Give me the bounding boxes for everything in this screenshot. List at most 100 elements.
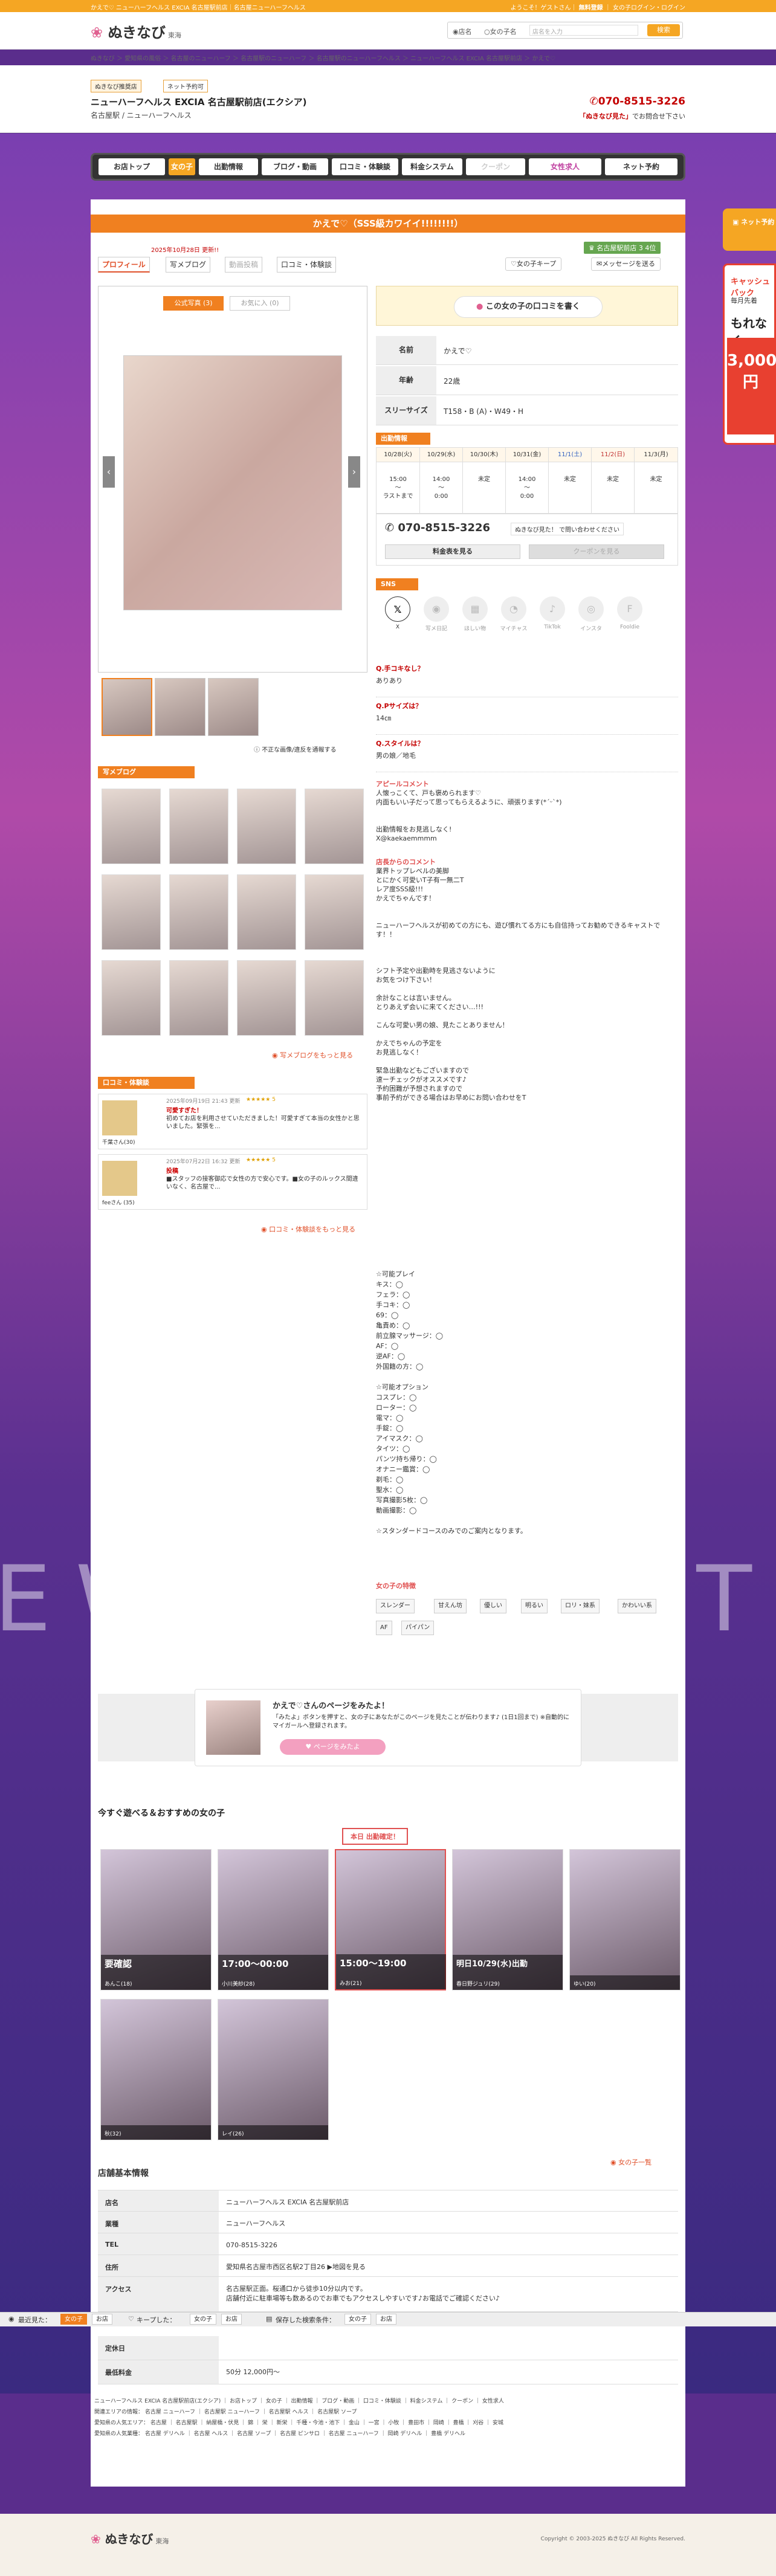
blog-thumbnail[interactable] xyxy=(102,874,161,950)
feature-tag[interactable]: スレンダー xyxy=(376,1599,415,1613)
register-link[interactable]: 無料登録 xyxy=(579,5,603,11)
footer-popular-category-links[interactable]: 愛知県の人気業種： 名古屋 デリヘル ｜ 名古屋 ヘルス ｜ 名古屋 ソープ ｜… xyxy=(94,2429,685,2439)
blog-thumbnail[interactable] xyxy=(102,960,161,1036)
blog-thumbnail[interactable] xyxy=(305,960,364,1036)
recent-shops-tab[interactable]: お店 xyxy=(92,2314,112,2325)
nav-shop-top[interactable]: お店トップ xyxy=(99,158,165,175)
blog-thumbnail[interactable] xyxy=(237,874,296,950)
next-photo-arrow[interactable]: › xyxy=(348,456,360,488)
recommend-card[interactable]: ゆい(20) xyxy=(569,1849,681,1990)
nav-girls[interactable]: 女の子 xyxy=(169,158,195,175)
login-link[interactable]: 女の子ログイン・ログイン xyxy=(613,5,685,11)
girl-phone[interactable]: ✆ 070-8515-3226 xyxy=(385,521,490,534)
recommend-card[interactable]: 秋(32) xyxy=(100,1999,212,2140)
search-button[interactable]: 検索 xyxy=(647,24,680,36)
review-item[interactable]: feeさん (35) 2025年07月22日 16:32 更新 ★★★★★ 5 … xyxy=(98,1154,367,1210)
wishlist-link[interactable]: ▦ ほしい物 xyxy=(459,596,491,632)
tiktok-link[interactable]: ♪ TikTok xyxy=(537,596,568,630)
side-net-reserve-tab[interactable]: ▣ ネット予約 xyxy=(723,208,776,251)
tab-profile[interactable]: プロフィール xyxy=(98,257,150,273)
feature-tag[interactable]: かわいい系 xyxy=(618,1599,656,1613)
nav-reviews[interactable]: 口コミ・体験談 xyxy=(332,158,398,175)
nav-blog[interactable]: ブログ・動画 xyxy=(262,158,328,175)
feature-tag[interactable]: パイパン xyxy=(401,1621,435,1635)
feature-tag[interactable]: 明るい xyxy=(521,1599,548,1613)
blog-more-link[interactable]: ◉ 写メブログをもっと見る xyxy=(272,1050,353,1060)
shop-name[interactable]: ニューハーフヘルス EXCIA 名古屋駅前店(エクシア) xyxy=(91,95,306,108)
instagram-link[interactable]: ◎ インスタ xyxy=(575,596,607,632)
side-cashback-ad[interactable]: キャッシュバック 毎月先着 もれなく 3,000 円 xyxy=(723,263,776,445)
search-radio-girl[interactable]: ○女の子名 xyxy=(484,27,517,36)
blog-thumbnail[interactable] xyxy=(237,960,296,1036)
mychas-link[interactable]: ◔ マイチャス xyxy=(498,596,529,632)
blog-thumbnail[interactable] xyxy=(169,874,228,950)
girl-name: かえで♡ xyxy=(444,347,472,355)
send-message-button[interactable]: ✉メッセージを送る xyxy=(591,257,661,271)
photo-thumbnail[interactable] xyxy=(208,678,259,736)
feature-tag[interactable]: AF xyxy=(376,1621,392,1635)
recommend-card[interactable]: 要確認 あんこ(18) xyxy=(100,1849,212,1990)
recommend-card[interactable]: 15:00〜19:00 みお(21) xyxy=(335,1849,446,1990)
blog-thumbnail[interactable] xyxy=(169,789,228,864)
gift-icon: ▦ xyxy=(462,596,488,622)
review-item[interactable]: 千葉さん(30) 2025年09月19日 21:43 更新 ★★★★★ 5 可愛… xyxy=(98,1094,367,1149)
x-link[interactable]: 𝕏X xyxy=(382,596,413,630)
keep-girl-button[interactable]: ♡女の子キープ xyxy=(505,257,562,271)
chat-icon: ● xyxy=(476,302,483,311)
shop-phone[interactable]: ✆070-8515-3226 xyxy=(590,95,685,108)
tab-reviews[interactable]: 口コミ・体験談 xyxy=(277,257,337,273)
basic-shop-name[interactable]: ニューハーフヘルス EXCIA 名古屋駅前店 xyxy=(219,2190,678,2207)
nav-recruit[interactable]: 女性求人 xyxy=(529,158,601,175)
footer-area-links[interactable]: 関連エリアの情報： 名古屋 ニューハーフ ｜ 名古屋駅 ニューハーフ ｜ 名古屋… xyxy=(94,2407,685,2418)
footer-logo[interactable]: ❀ ぬきなび 東海 xyxy=(91,2529,169,2547)
blog-thumbnail[interactable] xyxy=(237,789,296,864)
fooldie-link[interactable]: F Fooldie xyxy=(614,596,645,630)
login-links[interactable]: ようこそ！ゲストさん｜ 無料登録 ｜ 女の子ログイン・ログイン xyxy=(510,2,685,11)
nav-reserve[interactable]: ネット予約 xyxy=(605,158,677,175)
main-photo[interactable] xyxy=(123,355,342,610)
search-radio-shop[interactable]: ◉店名 xyxy=(453,27,472,36)
site-logo[interactable]: ❀ ぬきなび 東海 xyxy=(91,21,181,42)
prev-photo-arrow[interactable]: ‹ xyxy=(103,456,115,488)
recommended-badge: ぬきなび推奨店 xyxy=(91,80,141,92)
tab-photo-blog[interactable]: 写メブログ xyxy=(166,257,211,273)
blog-thumbnail[interactable] xyxy=(169,960,228,1036)
search-input[interactable]: 店名を入力 xyxy=(529,25,638,36)
nav-schedule[interactable]: 出勤情報 xyxy=(199,158,258,175)
photo-tab-favorite[interactable]: お気に入 (0) xyxy=(230,296,290,311)
kept-shops-tab[interactable]: お店 xyxy=(221,2314,242,2325)
mitayo-button[interactable]: ♥ ページをみたよ xyxy=(280,1739,386,1755)
photo-thumbnail[interactable] xyxy=(102,678,152,736)
girls-list-link[interactable]: ◉ 女の子一覧 xyxy=(610,2157,652,2167)
photo-thumbnail[interactable] xyxy=(155,678,205,736)
feature-tag[interactable]: ロリ・妹系 xyxy=(561,1599,600,1613)
blog-thumbnail[interactable] xyxy=(305,789,364,864)
blog-thumbnail[interactable] xyxy=(305,874,364,950)
footer-popular-area-links[interactable]: 愛知県の人気エリア： 名古屋 ｜ 名古屋駅 ｜ 納屋橋・伏見 ｜ 錦 ｜ 栄 ｜… xyxy=(94,2418,685,2429)
recommend-card[interactable]: 明日10/29(水)出勤 春日野ジュリ(29) xyxy=(452,1849,563,1990)
feature-tag[interactable]: 優しい xyxy=(480,1599,506,1613)
feature-tag[interactable]: 甘えん坊 xyxy=(434,1599,467,1613)
saved-girls-tab[interactable]: 女の子 xyxy=(344,2314,371,2325)
coupon-button[interactable]: クーポンを見る xyxy=(529,544,664,559)
blog-thumbnail[interactable] xyxy=(102,789,161,864)
photo-tab-official[interactable]: 公式写真 (3) xyxy=(163,296,224,311)
profile-tabs: プロフィール 写メブログ 動画投稿 口コミ・体験談 xyxy=(98,257,352,273)
saved-shops-tab[interactable]: お店 xyxy=(376,2314,396,2325)
breadcrumb[interactable]: ぬきなび ＞ 愛知県の風俗 ＞ 名古屋のニューハーフ ＞ 名古屋駅のニューハーフ… xyxy=(91,53,683,62)
recommend-card[interactable]: 17:00〜00:00 小川美紗(28) xyxy=(218,1849,329,1990)
photo-tabs: 公式写真 (3) お気に入 (0) xyxy=(163,296,290,311)
price-list-button[interactable]: 料金表を見る xyxy=(385,544,520,559)
photo-diary-link[interactable]: ◉ 写メ日記 xyxy=(421,596,452,632)
recommend-card[interactable]: レイ(26) xyxy=(218,1999,329,2140)
kept-girls-tab[interactable]: 女の子 xyxy=(190,2314,216,2325)
reviews-more-link[interactable]: ◉ 口コミ・体験談をもっと見る xyxy=(261,1224,355,1234)
tab-video[interactable]: 動画投稿 xyxy=(225,257,263,273)
recent-girls-tab[interactable]: 女の子 xyxy=(60,2314,87,2325)
footer-shop-links[interactable]: ニューハーフヘルス EXCIA 名古屋駅前店(エクシア) ｜ お店トップ ｜ 女… xyxy=(94,2396,685,2407)
nav-coupon[interactable]: クーポン xyxy=(466,158,525,175)
report-link[interactable]: ⓘ 不正な画像/違反を通報する xyxy=(254,744,337,754)
calendar-icon: ▣ xyxy=(732,218,739,226)
nav-price[interactable]: 料金システム xyxy=(402,158,462,175)
write-review-button[interactable]: ● この女の子の口コミを書く xyxy=(454,296,603,318)
